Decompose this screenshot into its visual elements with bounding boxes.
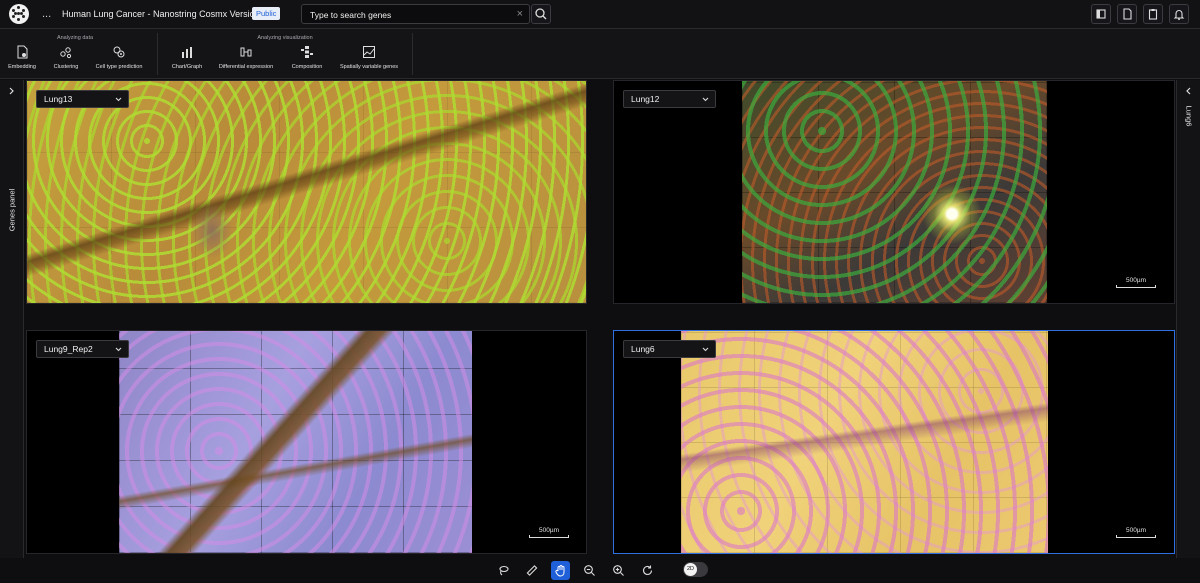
rotate-icon	[642, 565, 653, 575]
sample-select-value: Lung12	[631, 94, 660, 104]
zoom-out-button[interactable]	[580, 561, 599, 580]
scale-bar-label: 500µm	[1125, 527, 1146, 534]
ruler-icon	[526, 565, 538, 576]
chevron-down-icon	[115, 97, 122, 102]
chevron-left-icon[interactable]	[1184, 86, 1194, 96]
zoom-in-icon	[613, 565, 624, 576]
hand-icon	[555, 565, 565, 577]
cell-type-prediction-button[interactable]: Cell type prediction	[92, 45, 146, 70]
spatially-variable-genes-button[interactable]: Spatially variable genes	[336, 45, 402, 70]
composition-label: Composition	[291, 64, 323, 70]
differential-expression-icon	[240, 47, 252, 57]
group-label-analyzing-visualization: Analyzing visualization	[257, 35, 313, 41]
lasso-icon	[499, 565, 509, 576]
scale-bar: 500µm	[529, 527, 569, 539]
viewport-lung13[interactable]: Lung13	[26, 80, 587, 304]
sample-select-value: Lung6	[631, 344, 655, 354]
tissue-image[interactable]	[119, 331, 472, 553]
chart-graph-button[interactable]: Chart/Graph	[168, 45, 206, 70]
embedding-icon	[17, 45, 28, 59]
visibility-badge: Public	[252, 7, 281, 20]
composition-icon	[301, 46, 313, 58]
sample-select[interactable]: Lung13	[36, 90, 129, 108]
sample-select-value: Lung9_Rep2	[44, 344, 93, 354]
viewport-lung12[interactable]: Lung12 500µm	[613, 80, 1175, 304]
logo-icon[interactable]	[9, 4, 29, 24]
reset-view-button[interactable]	[638, 561, 657, 580]
sample-select[interactable]: Lung9_Rep2	[36, 340, 129, 358]
layout-icon	[1096, 9, 1106, 19]
scale-bar-label: 500µm	[1125, 277, 1146, 284]
group-label-analyzing-data: Analyzing data	[56, 35, 94, 41]
spatial-map-icon	[363, 46, 375, 58]
tissue-image[interactable]	[27, 81, 586, 303]
zoom-out-icon	[584, 565, 595, 576]
chevron-down-icon	[702, 97, 709, 102]
genes-panel-label: Genes panel	[7, 188, 17, 232]
scale-bar: 500µm	[1116, 527, 1156, 539]
2d-3d-toggle[interactable]: 2D	[683, 562, 708, 577]
cell-type-prediction-icon	[113, 46, 125, 58]
embedding-button[interactable]: Embedding	[3, 45, 41, 70]
scale-bar: 500µm	[1116, 277, 1156, 289]
sample-select[interactable]: Lung12	[623, 90, 716, 108]
cell-type-prediction-label: Cell type prediction	[95, 64, 143, 70]
spatially-variable-genes-label: Spatially variable genes	[339, 64, 399, 70]
differential-expression-label: Differential expression	[218, 64, 274, 70]
viewport-lung9-rep2[interactable]: Lung9_Rep2 500µm	[26, 330, 587, 554]
sample-select[interactable]: Lung6	[623, 340, 716, 358]
sample-panel-label: Lung6	[1184, 105, 1194, 127]
sample-select-value: Lung13	[44, 94, 73, 104]
gene-search-box: ×	[301, 4, 530, 24]
differential-expression-button[interactable]: Differential expression	[216, 45, 276, 70]
gene-search-input[interactable]	[310, 8, 510, 21]
sample-panel-collapsed[interactable]: Lung6	[1176, 80, 1200, 558]
clustering-button[interactable]: Clustering	[47, 45, 85, 70]
chevron-down-icon	[702, 347, 709, 352]
toolbar-divider	[157, 33, 158, 75]
document-icon	[1123, 8, 1132, 20]
tissue-image[interactable]	[742, 81, 1047, 303]
clustering-icon	[60, 47, 72, 59]
layout-button[interactable]	[1091, 4, 1111, 24]
view-mode-label: 2D	[684, 563, 697, 576]
clear-search-icon[interactable]: ×	[517, 8, 523, 20]
search-button[interactable]	[531, 4, 551, 24]
document-button[interactable]	[1117, 4, 1137, 24]
viewer-toolbar: 2D	[0, 558, 1200, 583]
ruler-tool-button[interactable]	[522, 561, 541, 580]
project-title: Human Lung Cancer - Nanostring Cosmx Ver…	[62, 9, 268, 19]
search-icon	[535, 8, 547, 20]
analysis-toolbar: Analyzing data Embedding Clustering Cell…	[0, 29, 1200, 79]
toolbar-divider	[412, 33, 413, 75]
clipboard-icon	[1148, 9, 1158, 20]
app-header: ... Human Lung Cancer - Nanostring Cosmx…	[0, 0, 1200, 29]
tissue-image[interactable]	[681, 331, 1048, 553]
embedding-label: Embedding	[8, 64, 36, 70]
chevron-right-icon[interactable]	[7, 86, 17, 96]
viewport-lung6[interactable]: Lung6 500µm	[613, 330, 1175, 554]
composition-button[interactable]: Composition	[288, 45, 326, 70]
bell-icon	[1173, 10, 1185, 21]
chart-graph-label: Chart/Graph	[171, 64, 203, 70]
clustering-label: Clustering	[53, 64, 79, 70]
zoom-in-button[interactable]	[609, 561, 628, 580]
chevron-down-icon	[115, 347, 122, 352]
scale-bar-label: 500µm	[538, 527, 559, 534]
breadcrumb-ellipsis[interactable]: ...	[42, 8, 51, 20]
bar-chart-icon	[182, 47, 192, 58]
pan-tool-button[interactable]	[551, 561, 570, 580]
lasso-tool-button[interactable]	[494, 561, 513, 580]
notifications-button[interactable]	[1169, 4, 1189, 24]
genes-panel-collapsed[interactable]: Genes panel	[0, 80, 24, 558]
clipboard-button[interactable]	[1143, 4, 1163, 24]
